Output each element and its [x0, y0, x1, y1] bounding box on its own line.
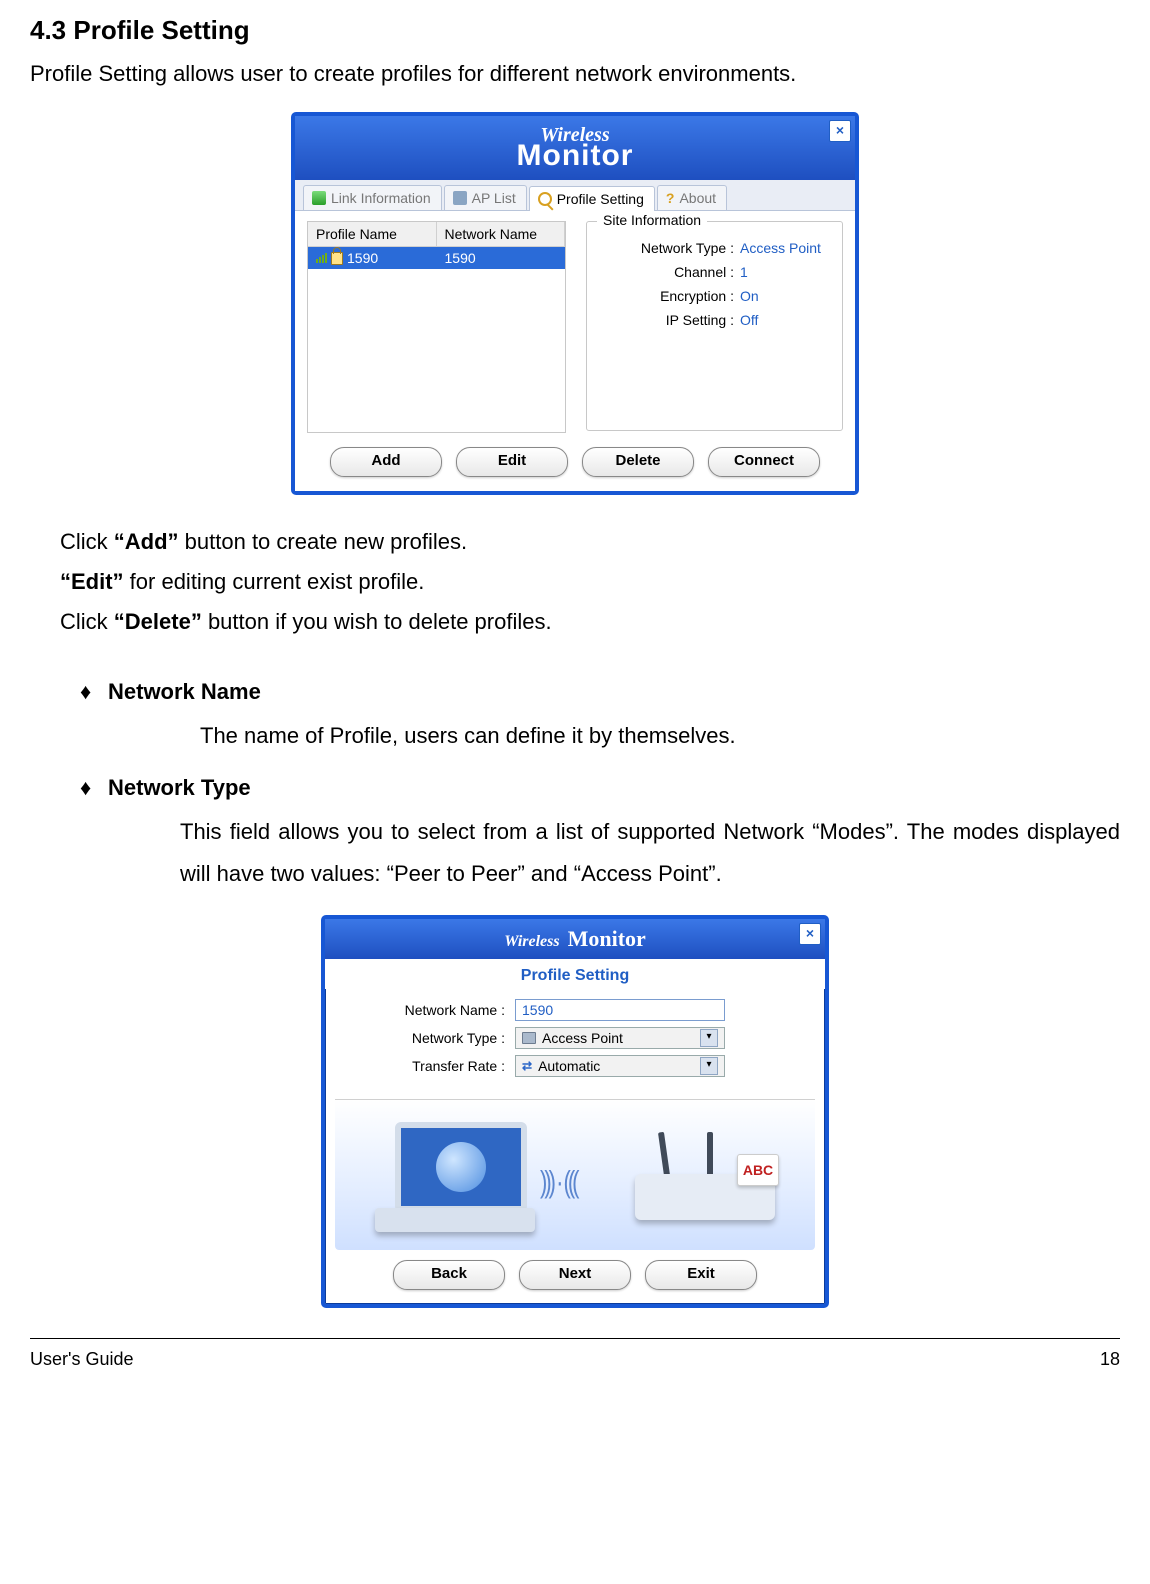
section-title: 4.3 Profile Setting [30, 15, 1120, 46]
channel-value: 1 [740, 264, 830, 280]
app-title-top: Wireless [504, 933, 559, 950]
network-type-label: Network Type : [599, 240, 740, 256]
app-logo: Wireless Monitor [517, 125, 634, 171]
about-icon: ? [666, 190, 675, 206]
tab-label: AP List [472, 190, 516, 206]
tab-about[interactable]: ? About [657, 185, 727, 210]
app-logo: Wireless Monitor [504, 928, 646, 950]
bullet-network-name: ♦ Network Name [80, 679, 1120, 705]
profile-list[interactable]: Profile Name Network Name 1590 1590 [307, 221, 566, 433]
network-name-cell: 1590 [437, 247, 566, 269]
window-titlebar: Wireless Monitor × [295, 116, 855, 180]
access-point-icon [522, 1032, 536, 1044]
exit-button[interactable]: Exit [645, 1260, 757, 1290]
link-info-icon [312, 191, 326, 205]
instruction-add: Click “Add” button to create new profile… [60, 525, 1120, 559]
encryption-value: On [740, 288, 830, 304]
bullet-label: Network Name [108, 679, 261, 705]
wireless-monitor-window-profile-wizard: Wireless Monitor × Profile Setting Netwo… [321, 915, 829, 1308]
profile-list-header: Profile Name Network Name [308, 222, 565, 247]
tab-label: Link Information [331, 190, 431, 206]
ap-list-icon [453, 191, 467, 205]
tab-label: About [679, 190, 716, 206]
tab-link-information[interactable]: Link Information [303, 185, 442, 210]
wireless-waves-icon: ))) · ((( [540, 1163, 577, 1199]
ip-setting-label: IP Setting : [599, 312, 740, 328]
signal-icon [316, 253, 327, 263]
instruction-edit: “Edit” for editing current exist profile… [60, 565, 1120, 599]
profile-name-cell: 1590 [347, 250, 378, 266]
delete-button[interactable]: Delete [582, 447, 694, 477]
window-titlebar: Wireless Monitor × [325, 919, 825, 959]
tab-ap-list[interactable]: AP List [444, 185, 527, 210]
network-type-value: Access Point [542, 1030, 623, 1046]
profile-setting-subtitle: Profile Setting [325, 959, 825, 989]
col-network-name: Network Name [437, 222, 566, 246]
bidirectional-icon: ⇄ [522, 1059, 532, 1073]
tab-bar: Link Information AP List Profile Setting… [295, 180, 855, 211]
transfer-rate-select[interactable]: ⇄ Automatic ▾ [515, 1055, 725, 1077]
edit-button[interactable]: Edit [456, 447, 568, 477]
add-button[interactable]: Add [330, 447, 442, 477]
lock-icon [331, 252, 343, 265]
channel-label: Channel : [599, 264, 740, 280]
diamond-bullet-icon: ♦ [80, 679, 108, 705]
tab-profile-setting[interactable]: Profile Setting [529, 186, 655, 211]
close-icon[interactable]: × [829, 120, 851, 142]
profile-setting-icon [538, 192, 552, 206]
bullet-network-type-desc: This field allows you to select from a l… [180, 811, 1120, 895]
page-footer: User's Guide 18 [30, 1338, 1120, 1370]
profile-list-row[interactable]: 1590 1590 [308, 247, 565, 269]
group-label: Site Information [597, 212, 707, 228]
laptop-icon [375, 1122, 535, 1232]
footer-guide: User's Guide [30, 1349, 133, 1370]
col-profile-name: Profile Name [308, 222, 437, 246]
close-icon[interactable]: × [799, 923, 821, 945]
tab-label: Profile Setting [557, 191, 644, 207]
connect-button[interactable]: Connect [708, 447, 820, 477]
network-name-label: Network Name : [355, 1002, 515, 1018]
bullet-network-type: ♦ Network Type [80, 775, 1120, 801]
router-icon: ABC [635, 1140, 775, 1220]
next-button[interactable]: Next [519, 1260, 631, 1290]
connection-diagram: ))) · ((( ABC [335, 1099, 815, 1250]
bullet-network-name-desc: The name of Profile, users can define it… [200, 715, 1120, 757]
network-name-input[interactable] [515, 999, 725, 1021]
chevron-down-icon: ▾ [700, 1057, 718, 1075]
ip-setting-value: Off [740, 312, 830, 328]
diamond-bullet-icon: ♦ [80, 775, 108, 801]
chevron-down-icon: ▾ [700, 1029, 718, 1047]
wireless-monitor-window-profile-list: Wireless Monitor × Link Information AP L… [291, 112, 859, 495]
network-type-label: Network Type : [355, 1030, 515, 1046]
encryption-label: Encryption : [599, 288, 740, 304]
bullet-label: Network Type [108, 775, 251, 801]
section-intro: Profile Setting allows user to create pr… [30, 61, 1120, 87]
globe-icon [436, 1142, 486, 1192]
network-type-value: Access Point [740, 240, 830, 256]
network-type-select[interactable]: Access Point ▾ [515, 1027, 725, 1049]
transfer-rate-label: Transfer Rate : [355, 1058, 515, 1074]
back-button[interactable]: Back [393, 1260, 505, 1290]
instruction-delete: Click “Delete” button if you wish to del… [60, 605, 1120, 639]
footer-page-number: 18 [1100, 1349, 1120, 1370]
app-title-bottom: Monitor [568, 926, 646, 951]
site-information-group: Site Information Network Type : Access P… [586, 221, 843, 431]
router-badge: ABC [737, 1154, 779, 1186]
transfer-rate-value: Automatic [538, 1058, 600, 1074]
app-title-bottom: Monitor [517, 141, 634, 171]
